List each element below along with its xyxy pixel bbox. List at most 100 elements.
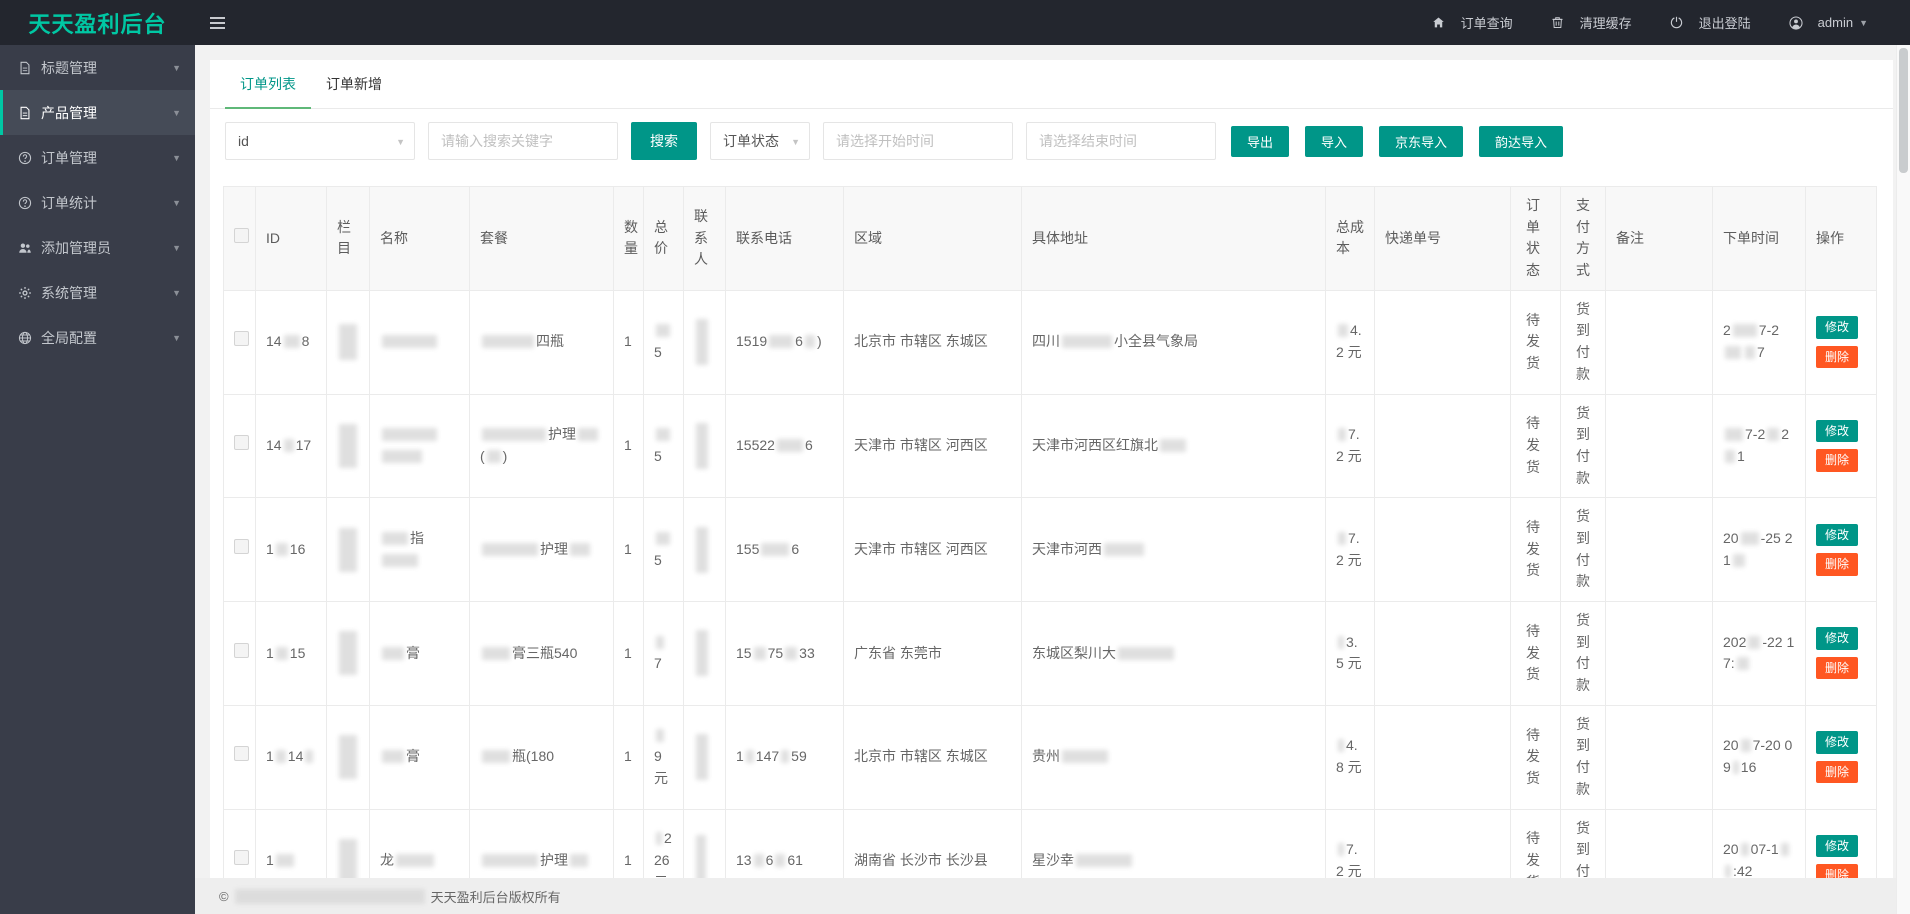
delete-button[interactable]: 删除: [1816, 346, 1858, 368]
chevron-down-icon: ▼: [172, 63, 181, 73]
redacted-text: [570, 854, 588, 867]
jd-import-button[interactable]: 京东导入: [1379, 126, 1463, 157]
cell-remark: [1606, 394, 1713, 498]
search-field-select[interactable]: id ▼: [225, 122, 415, 160]
redacted-text: [1725, 450, 1735, 463]
redacted-text: [1338, 428, 1346, 441]
redacted-text: [339, 528, 357, 572]
edit-button[interactable]: 修改: [1816, 731, 1858, 753]
sidebar-item-system-mgmt[interactable]: 系统管理▼: [0, 270, 195, 315]
delete-button[interactable]: 删除: [1816, 657, 1858, 679]
cell-id: 116: [256, 498, 327, 602]
cell-checkbox: [224, 705, 256, 809]
hamburger-menu-icon[interactable]: [209, 16, 226, 30]
row-checkbox[interactable]: [234, 539, 249, 554]
topnav-user-menu[interactable]: admin▼: [1789, 15, 1868, 30]
cell-category: [327, 290, 370, 394]
redacted-text: [656, 532, 670, 545]
sidebar-item-order-mgmt[interactable]: 订单管理▼: [0, 135, 195, 180]
cell-checkbox: [224, 498, 256, 602]
import-button[interactable]: 导入: [1305, 126, 1363, 157]
redacted-text: [1725, 865, 1731, 878]
scrollbar[interactable]: [1896, 45, 1910, 914]
redacted-text: [382, 647, 404, 660]
edit-button[interactable]: 修改: [1816, 420, 1858, 442]
cell-contact: [684, 602, 726, 706]
cell-actions: 修改删除: [1806, 290, 1877, 394]
redacted-text: [339, 424, 357, 468]
cell-phone: 1556: [726, 498, 844, 602]
row-action-buttons: 修改删除: [1816, 316, 1866, 368]
row-checkbox[interactable]: [234, 850, 249, 865]
redacted-text: [1338, 324, 1348, 337]
cell-pay: 货到付款: [1561, 290, 1606, 394]
edit-button[interactable]: 修改: [1816, 627, 1858, 649]
sidebar-item-add-admin[interactable]: 添加管理员▼: [0, 225, 195, 270]
delete-button[interactable]: 删除: [1816, 553, 1858, 575]
redacted-text: [754, 854, 764, 867]
chevron-down-icon: ▼: [172, 153, 181, 163]
cell-checkbox: [224, 809, 256, 878]
filter-bar: id ▼ 搜索 订单状态 ▼ 导出导入京东导入韵达导入: [210, 109, 1893, 173]
sidebar: 标题管理▼产品管理▼订单管理▼订单统计▼添加管理员▼系统管理▼全局配置▼: [0, 45, 195, 914]
topnav-order-query[interactable]: 订单查询: [1432, 13, 1513, 32]
cell-price: 5: [644, 498, 684, 602]
end-time-input[interactable]: [1026, 122, 1216, 160]
sidebar-item-title-mgmt[interactable]: 标题管理▼: [0, 45, 195, 90]
redacted-text: [1767, 428, 1779, 441]
row-checkbox[interactable]: [234, 643, 249, 658]
cell-price: 7: [644, 602, 684, 706]
cell-name: [370, 290, 470, 394]
column-header: 具体地址: [1022, 187, 1326, 291]
redacted-text: [656, 832, 662, 845]
cell-contact: [684, 394, 726, 498]
delete-button[interactable]: 删除: [1816, 449, 1858, 471]
redacted-text: [805, 335, 815, 348]
yunda-import-button[interactable]: 韵达导入: [1479, 126, 1563, 157]
redacted-text: [1733, 554, 1745, 567]
tab-order-list[interactable]: 订单列表: [225, 60, 311, 108]
cell-time: 20-25 21: [1713, 498, 1806, 602]
delete-button[interactable]: 删除: [1816, 864, 1858, 878]
delete-button[interactable]: 删除: [1816, 761, 1858, 783]
redacted-text: [339, 735, 357, 779]
redacted-text: [339, 631, 357, 675]
edit-button[interactable]: 修改: [1816, 316, 1858, 338]
sidebar-item-global-config[interactable]: 全局配置▼: [0, 315, 195, 360]
redacted-text: [769, 335, 793, 348]
cell-tracking: [1375, 705, 1511, 809]
keyword-input[interactable]: [428, 122, 618, 160]
redacted-text: [696, 835, 706, 878]
edit-button[interactable]: 修改: [1816, 835, 1858, 857]
app-logo: 天天盈利后台: [0, 7, 195, 39]
select-all-checkbox[interactable]: [234, 228, 249, 243]
table-row: 1417护理()15155226天津市 市辖区 河西区天津市河西区红旗北7.2 …: [224, 394, 1877, 498]
redacted-text: [1160, 439, 1186, 452]
redacted-text: [1076, 854, 1132, 867]
column-header: 区域: [844, 187, 1022, 291]
row-checkbox[interactable]: [234, 331, 249, 346]
edit-button[interactable]: 修改: [1816, 524, 1858, 546]
topnav-clear-cache[interactable]: 清理缓存: [1551, 13, 1632, 32]
start-time-input[interactable]: [823, 122, 1013, 160]
order-status-select[interactable]: 订单状态 ▼: [710, 122, 810, 160]
sidebar-item-label: 全局配置: [41, 328, 97, 348]
tab-order-new[interactable]: 订单新增: [311, 60, 397, 108]
topnav-logout[interactable]: 退出登陆: [1670, 13, 1751, 32]
sidebar-item-order-stats[interactable]: 订单统计▼: [0, 180, 195, 225]
export-button[interactable]: 导出: [1231, 126, 1289, 157]
sidebar-item-product-mgmt[interactable]: 产品管理▼: [0, 90, 195, 135]
scrollbar-thumb[interactable]: [1899, 48, 1908, 173]
redacted-text: [754, 647, 766, 660]
redacted-text: [1741, 739, 1751, 752]
row-checkbox[interactable]: [234, 435, 249, 450]
column-header: 操作: [1806, 187, 1877, 291]
row-action-buttons: 修改删除: [1816, 524, 1866, 576]
search-button[interactable]: 搜索: [631, 122, 697, 160]
redacted-text: [339, 324, 357, 360]
row-checkbox[interactable]: [234, 746, 249, 761]
column-header: 备注: [1606, 187, 1713, 291]
redacted-text: [487, 450, 501, 463]
cell-region: 天津市 市辖区 河西区: [844, 394, 1022, 498]
sidebar-item-label: 系统管理: [41, 283, 97, 303]
